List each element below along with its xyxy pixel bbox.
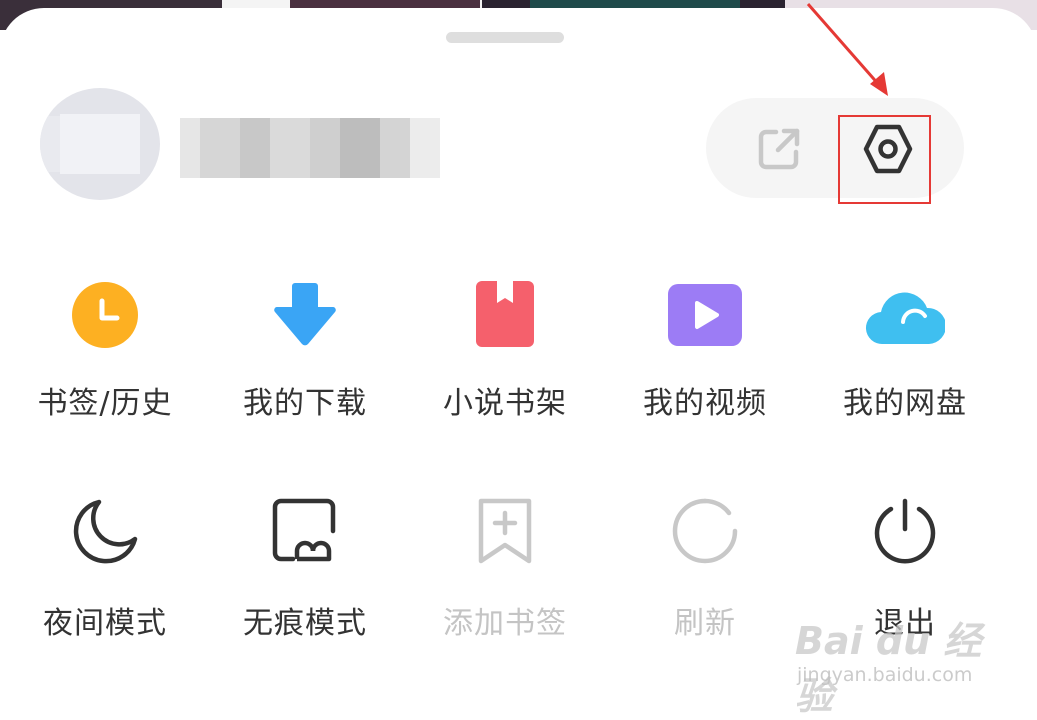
cloud-icon [866, 292, 945, 345]
username-blurred[interactable] [180, 118, 440, 178]
watermark: Bai du 经验 jingyan.baidu.com [795, 610, 995, 718]
drag-handle[interactable] [446, 32, 564, 43]
menu-item-label: 我的视频 [643, 386, 767, 421]
menu-item-label: 无痕模式 [243, 606, 367, 641]
menu-item-my-videos[interactable]: 我的视频 [605, 280, 805, 421]
external-link-icon [758, 128, 800, 170]
moon-icon [73, 499, 138, 564]
share-button[interactable] [748, 118, 810, 180]
incognito-frame-icon [272, 498, 336, 562]
menu-item-add-bookmark[interactable]: 添加书签 [405, 496, 605, 641]
menu-item-label: 书签/历史 [37, 386, 173, 421]
menu-item-label: 刷新 [674, 606, 736, 641]
menu-item-bookmarks-history[interactable]: 书签/历史 [5, 280, 205, 421]
watermark-url: jingyan.baidu.com [797, 664, 973, 686]
menu-item-downloads[interactable]: 我的下载 [205, 280, 405, 421]
menu-item-night-mode[interactable]: 夜间模式 [5, 496, 205, 641]
menu-item-cloud-drive[interactable]: 我的网盘 [805, 280, 1005, 421]
menu-item-label: 小说书架 [443, 386, 567, 421]
add-bookmark-icon [478, 498, 532, 564]
play-video-icon [668, 284, 742, 346]
refresh-icon [672, 498, 738, 564]
menu-item-incognito-mode[interactable]: 无痕模式 [205, 496, 405, 641]
menu-item-novel-shelf[interactable]: 小说书架 [405, 280, 605, 421]
menu-item-refresh[interactable]: 刷新 [605, 496, 805, 641]
menu-item-label: 添加书签 [443, 606, 567, 641]
bookmark-book-icon [476, 281, 534, 347]
menu-item-label: 我的下载 [243, 386, 367, 421]
menu-item-label: 我的网盘 [843, 386, 967, 421]
power-icon [874, 498, 936, 564]
avatar[interactable] [40, 88, 160, 200]
annotation-arrow-icon [806, 3, 888, 96]
menu-item-label: 夜间模式 [43, 606, 167, 641]
clock-icon [72, 282, 138, 348]
annotation-highlight-box [838, 115, 931, 204]
download-arrow-icon [274, 283, 336, 346]
